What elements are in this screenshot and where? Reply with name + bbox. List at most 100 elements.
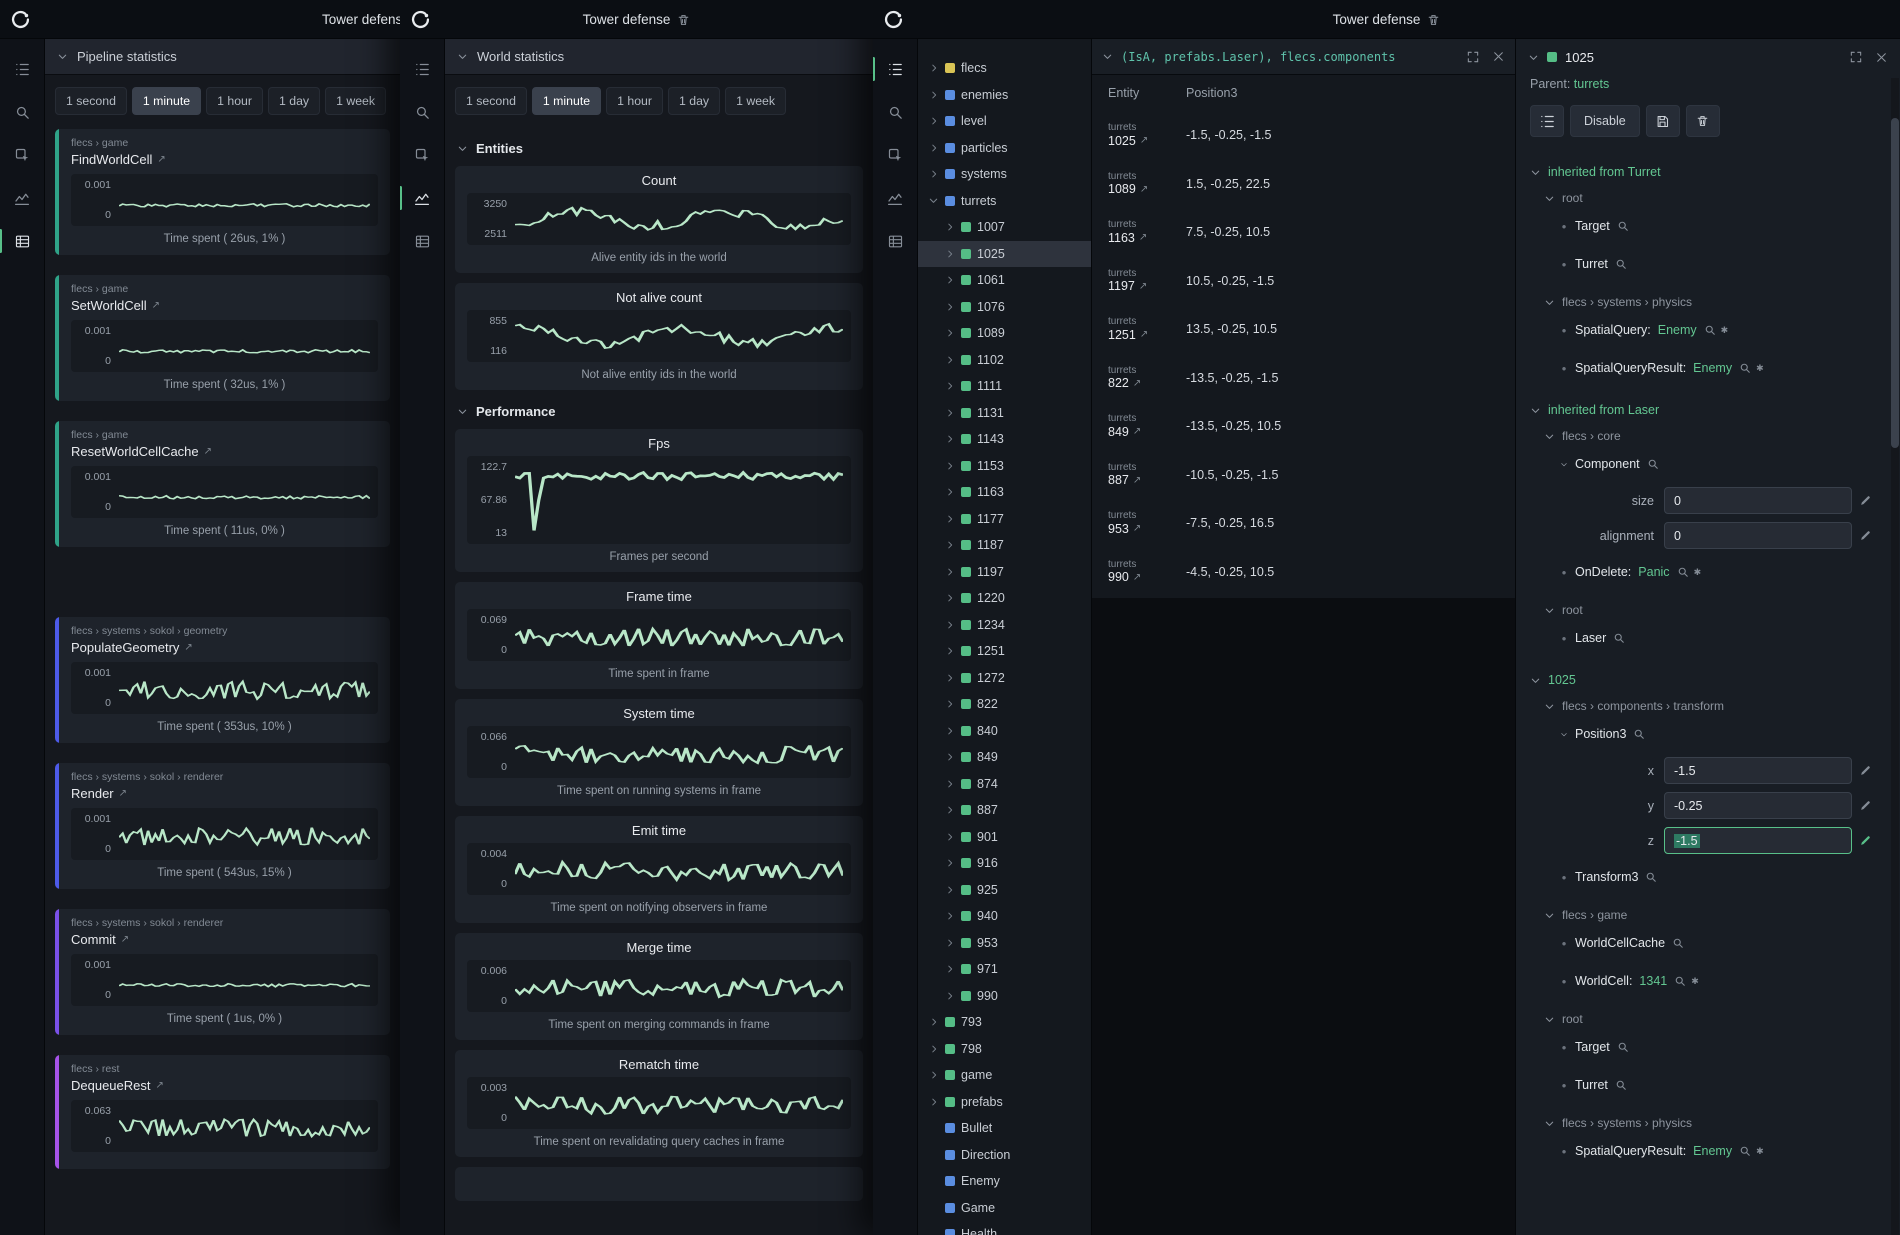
component-item[interactable]: •OnDelete:Panic✱ — [1560, 553, 1878, 591]
stat-breadcrumb[interactable]: flecs › game — [71, 429, 378, 441]
search-icon[interactable] — [1615, 258, 1627, 270]
query-input[interactable]: (IsA, prefabs.Laser), flecs.components — [1121, 50, 1454, 64]
entity-inspector-icon[interactable] — [880, 141, 910, 169]
entity-link[interactable]: 1251↗ — [1108, 328, 1186, 342]
save-button[interactable] — [1646, 105, 1680, 137]
tree-expand-icon[interactable] — [944, 805, 955, 815]
tree-item[interactable]: 1102 — [918, 347, 1091, 374]
tree-expand-icon[interactable] — [944, 461, 955, 471]
component-path[interactable]: flecs › game — [1544, 908, 1878, 922]
field-input[interactable]: -1.5 — [1664, 757, 1852, 784]
tree-expand-icon[interactable] — [928, 90, 939, 100]
tree-expand-icon[interactable] — [944, 249, 955, 259]
tree-expand-icon[interactable] — [944, 567, 955, 577]
component-item[interactable]: •Turret — [1560, 245, 1878, 283]
tree-expand-icon[interactable] — [928, 195, 939, 206]
search-icon[interactable] — [1704, 324, 1716, 336]
tree-item[interactable]: 1163 — [918, 479, 1091, 506]
tree-item[interactable]: 990 — [918, 983, 1091, 1010]
tree-expand-icon[interactable] — [944, 222, 955, 232]
chart-view-icon[interactable] — [407, 184, 437, 212]
tree-expand-icon[interactable] — [944, 646, 955, 656]
time-tab[interactable]: 1 week — [325, 87, 386, 115]
tree-expand-icon[interactable] — [944, 832, 955, 842]
time-tab[interactable]: 1 week — [725, 87, 786, 115]
tree-expand-icon[interactable] — [944, 540, 955, 550]
search-icon[interactable] — [1647, 458, 1659, 470]
search-icon[interactable] — [1617, 220, 1629, 232]
tree-item[interactable]: 874 — [918, 771, 1091, 798]
tree-item[interactable]: 940 — [918, 903, 1091, 930]
stats-view-icon[interactable] — [407, 227, 437, 255]
component-item[interactable]: •SpatialQuery:Enemy✱ — [1560, 311, 1878, 349]
tree-expand-icon[interactable] — [944, 858, 955, 868]
tree-item[interactable]: 1131 — [918, 400, 1091, 427]
time-tab[interactable]: 1 second — [55, 87, 127, 115]
component-item[interactable]: •SpatialQueryResult:Enemy✱ — [1560, 1132, 1878, 1170]
stat-name-link[interactable]: ResetWorldCellCache↗ — [71, 444, 378, 459]
tree-item[interactable]: 1272 — [918, 665, 1091, 692]
time-tab[interactable]: 1 hour — [206, 87, 263, 115]
tree-item[interactable]: game — [918, 1062, 1091, 1089]
search-icon[interactable] — [7, 98, 37, 126]
tree-item[interactable]: 1143 — [918, 426, 1091, 453]
component-item[interactable]: •WorldCell:1341✱ — [1560, 962, 1878, 1000]
tree-item[interactable]: 1177 — [918, 506, 1091, 533]
edit-icon[interactable] — [1852, 764, 1878, 777]
search-icon[interactable] — [1674, 975, 1686, 987]
tree-expand-icon[interactable] — [944, 991, 955, 1001]
chevron-down-icon[interactable] — [1560, 729, 1568, 740]
stat-breadcrumb[interactable]: flecs › systems › sokol › renderer — [71, 771, 378, 783]
time-tab[interactable]: 1 second — [455, 87, 527, 115]
section-header[interactable]: Performance — [457, 404, 861, 419]
component-value-link[interactable]: 1341 — [1639, 974, 1667, 988]
tree-item[interactable]: 901 — [918, 824, 1091, 851]
tree-expand-icon[interactable] — [928, 143, 939, 153]
chart-view-icon[interactable] — [7, 184, 37, 212]
tree-expand-icon[interactable] — [928, 1097, 939, 1107]
tree-item[interactable]: Direction — [918, 1142, 1091, 1169]
tree-expand-icon[interactable] — [928, 1070, 939, 1080]
edit-icon[interactable] — [1852, 494, 1878, 507]
component-item[interactable]: Position3 — [1560, 715, 1878, 753]
tree-item[interactable]: flecs — [918, 55, 1091, 82]
trash-icon[interactable] — [677, 13, 690, 27]
stat-breadcrumb[interactable]: flecs › systems › sokol › renderer — [71, 917, 378, 929]
search-icon[interactable] — [1613, 632, 1625, 644]
component-value-link[interactable]: Enemy — [1693, 1144, 1732, 1158]
tree-expand-icon[interactable] — [944, 302, 955, 312]
disable-button[interactable]: Disable — [1570, 105, 1640, 137]
panel-header[interactable]: World statistics — [445, 39, 873, 75]
tree-expand-icon[interactable] — [928, 169, 939, 179]
search-icon[interactable] — [1672, 937, 1684, 949]
tree-item[interactable]: level — [918, 108, 1091, 135]
tree-expand-icon[interactable] — [944, 381, 955, 391]
entity-link[interactable]: 1025↗ — [1108, 134, 1186, 148]
tree-item[interactable]: turrets — [918, 188, 1091, 215]
entity-link[interactable]: 953↗ — [1108, 522, 1186, 536]
search-icon[interactable] — [1739, 1145, 1751, 1157]
stat-name-link[interactable]: Render↗ — [71, 786, 378, 801]
entity-link[interactable]: 1163↗ — [1108, 231, 1186, 245]
tree-item[interactable]: 1220 — [918, 585, 1091, 612]
tree-item[interactable]: 1197 — [918, 559, 1091, 586]
stat-name-link[interactable]: PopulateGeometry↗ — [71, 640, 378, 655]
component-path[interactable]: flecs › systems › physics — [1544, 295, 1878, 309]
chevron-down-icon[interactable] — [1560, 459, 1568, 470]
field-input[interactable]: -1.5 — [1664, 827, 1852, 854]
tree-view-icon[interactable] — [407, 55, 437, 83]
entity-link[interactable]: 1089↗ — [1108, 182, 1186, 196]
time-tab[interactable]: 1 hour — [606, 87, 663, 115]
tree-item[interactable]: 840 — [918, 718, 1091, 745]
component-item[interactable]: •WorldCellCache — [1560, 924, 1878, 962]
tree-expand-icon[interactable] — [944, 434, 955, 444]
tree-expand-icon[interactable] — [944, 752, 955, 762]
query-result-row[interactable]: turrets1251↗13.5, -0.25, 10.5 — [1092, 305, 1515, 354]
tree-item[interactable]: prefabs — [918, 1089, 1091, 1116]
panel-header[interactable]: Pipeline statistics — [45, 39, 400, 75]
time-tab[interactable]: 1 minute — [532, 87, 601, 115]
component-item[interactable]: •Transform3 — [1560, 858, 1878, 896]
time-tab[interactable]: 1 day — [268, 87, 320, 115]
component-item[interactable]: •Turret — [1560, 1066, 1878, 1104]
parent-link[interactable]: turrets — [1574, 77, 1609, 91]
